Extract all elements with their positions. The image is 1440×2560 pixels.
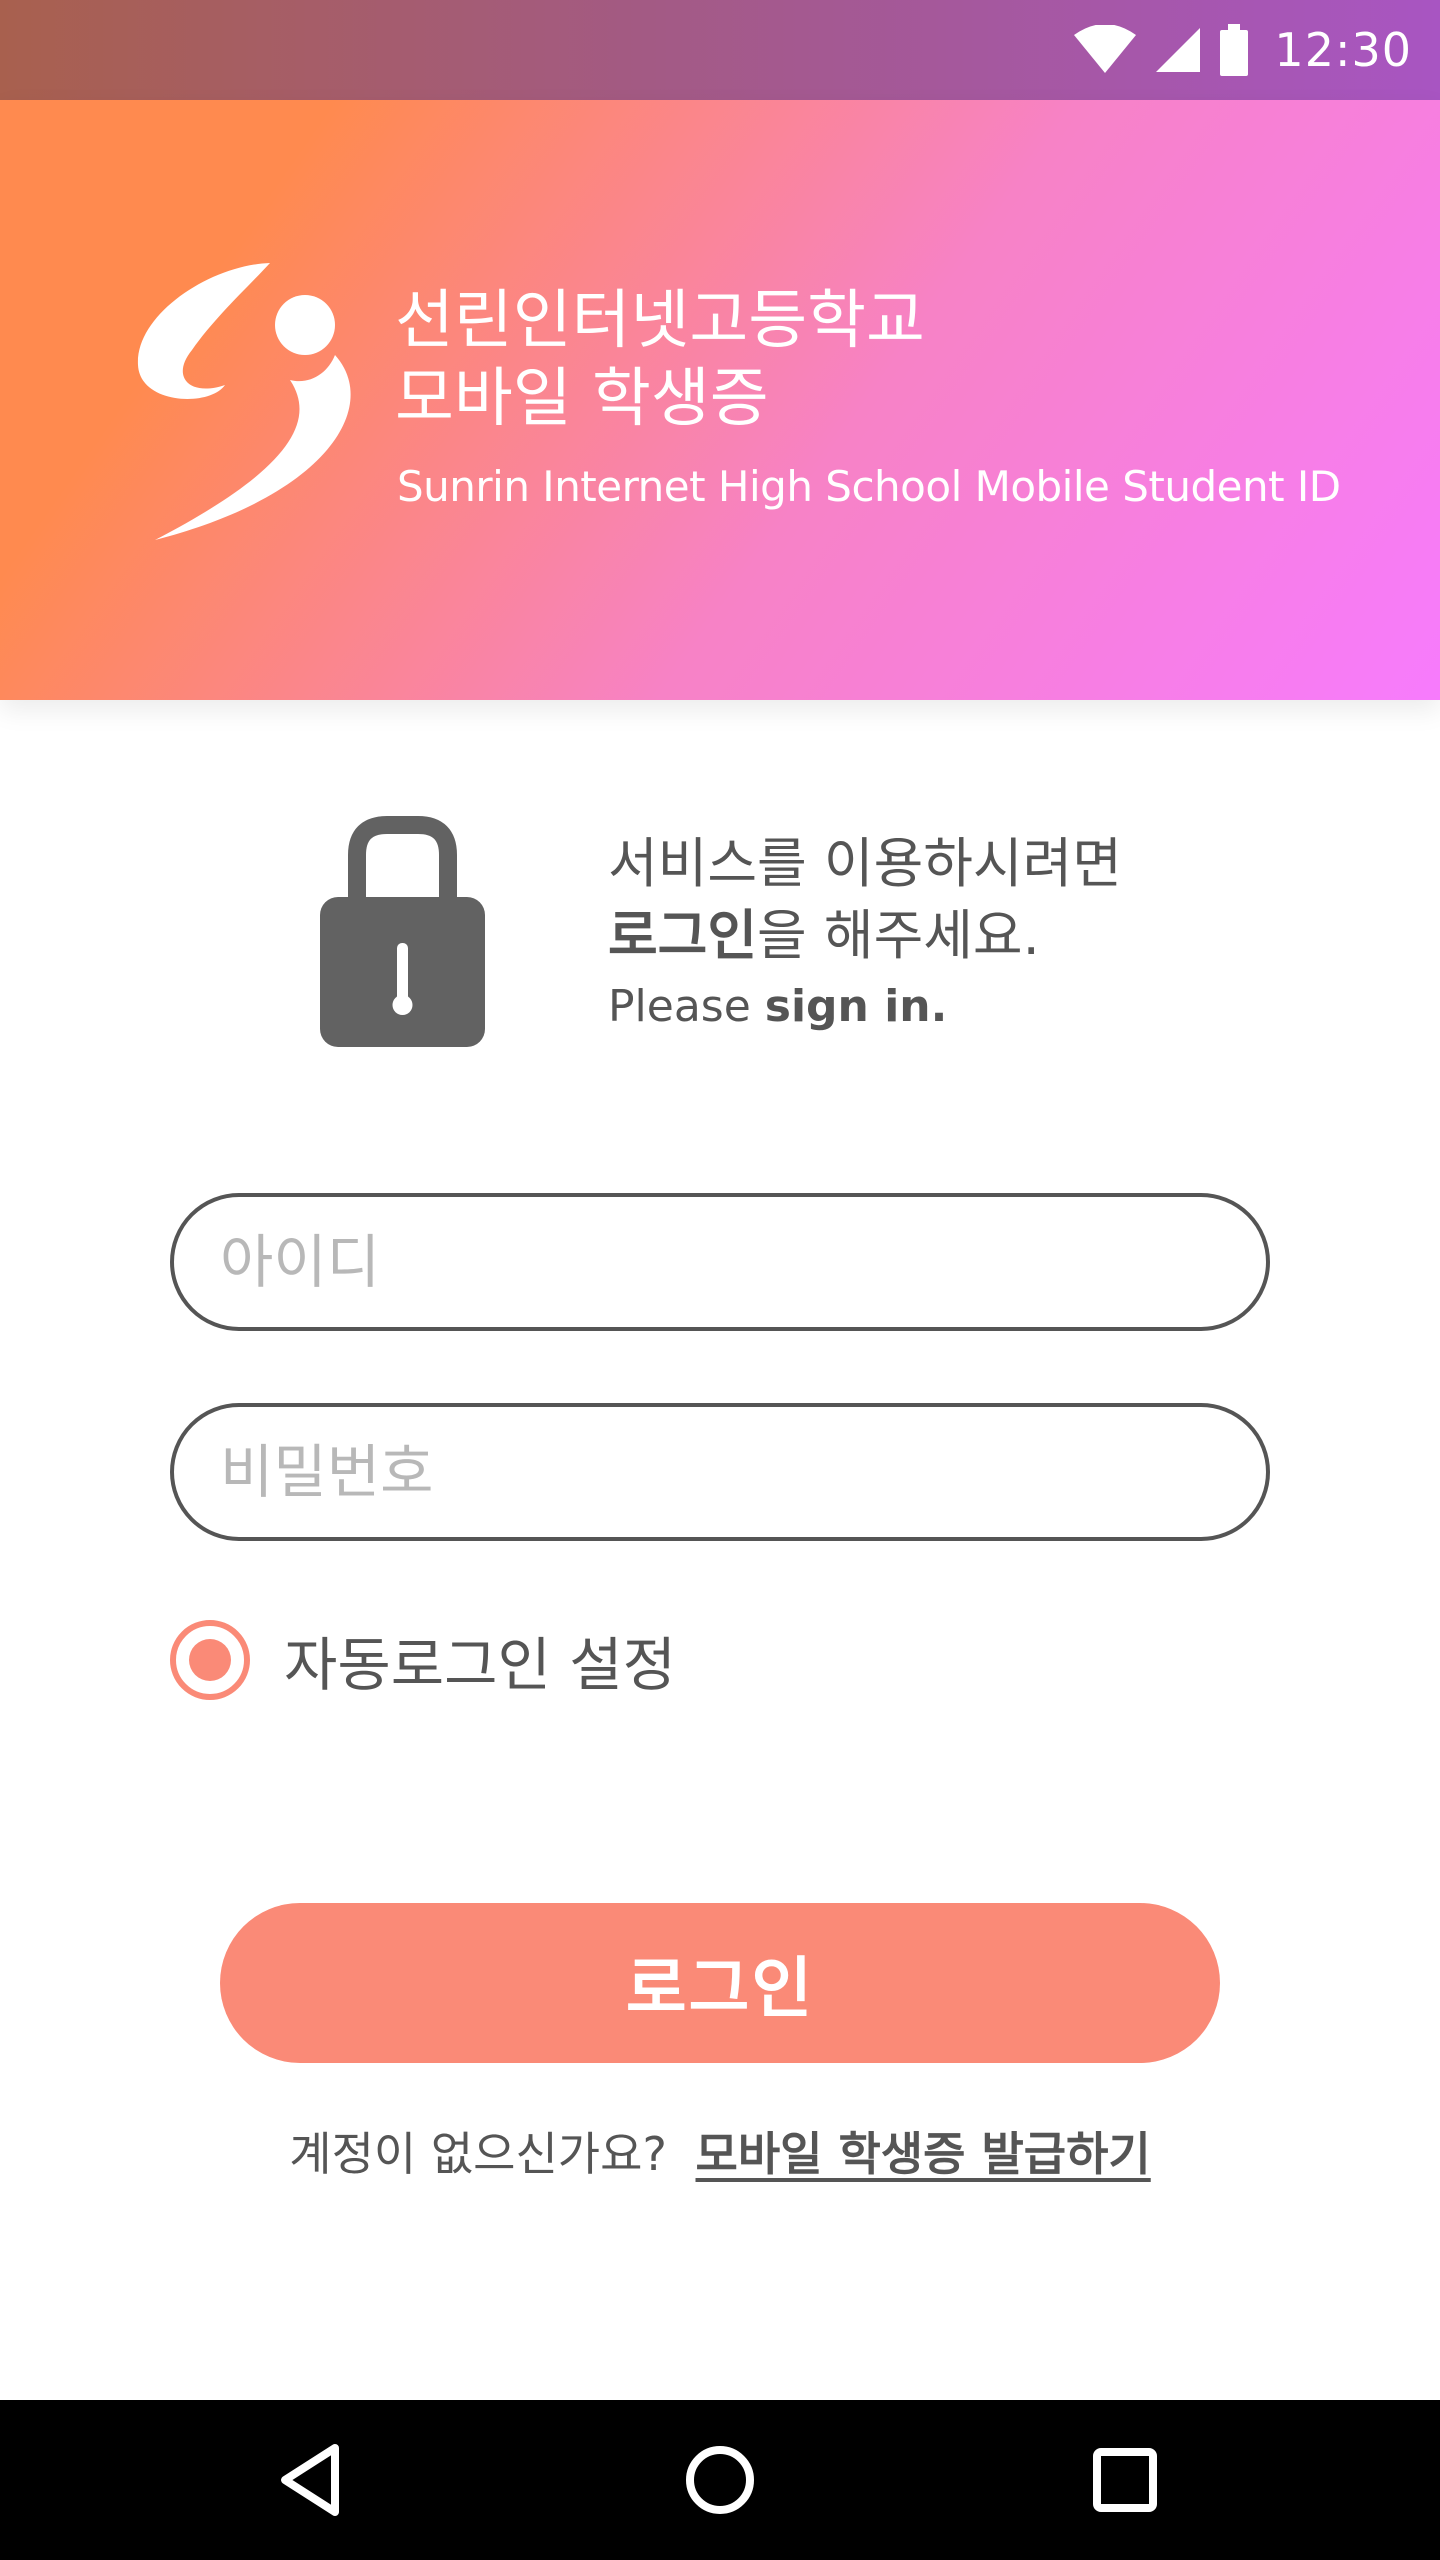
app-subtitle-korean: 모바일 학생증	[395, 362, 769, 436]
prompt-login-emphasis: 로그인	[608, 904, 758, 967]
login-button[interactable]: 로그인	[220, 1903, 1220, 2063]
lock-icon	[320, 816, 485, 1047]
prompt-line-2: 로그인을 해주세요.	[608, 900, 1122, 972]
status-bar: 12:30	[0, 0, 1440, 100]
status-icons: 12:30	[1074, 0, 1412, 100]
navigation-bar	[0, 2400, 1440, 2560]
issue-student-id-link[interactable]: 모바일 학생증 발급하기	[696, 2127, 1151, 2181]
radio-selected-dot	[189, 1639, 231, 1681]
recents-icon[interactable]	[1085, 2440, 1165, 2520]
password-input[interactable]	[174, 1407, 1266, 1537]
school-logo	[137, 263, 351, 540]
prompt-please: Please	[608, 981, 765, 1032]
school-name-korean: 선린인터넷고등학교	[395, 284, 925, 358]
prompt-line-3: Please sign in.	[608, 974, 1122, 1040]
school-name-english: Sunrin Internet High School Mobile Stude…	[397, 462, 1341, 511]
prompt-line-1: 서비스를 이용하시려면	[608, 832, 1122, 895]
prompt-line-2-rest: 을 해주세요.	[757, 904, 1040, 967]
cell-signal-icon	[1156, 28, 1201, 72]
battery-icon	[1220, 24, 1249, 76]
id-input[interactable]	[174, 1197, 1266, 1327]
clock: 12:30	[1274, 23, 1412, 77]
back-icon[interactable]	[275, 2440, 355, 2520]
auto-login-radio[interactable]	[170, 1620, 250, 1700]
app-header: 선린인터넷고등학교 모바일 학생증 Sunrin Internet High S…	[0, 100, 1440, 700]
id-field[interactable]	[170, 1193, 1270, 1331]
auto-login-option[interactable]: 자동로그인 설정	[170, 1618, 676, 1702]
prompt-sign-in-emphasis: sign in.	[764, 981, 948, 1032]
signup-question: 계정이 없으신가요?	[289, 2127, 667, 2181]
school-name: 선린인터넷고등학교 모바일 학생증	[395, 282, 925, 438]
wifi-icon	[1074, 25, 1137, 73]
auto-login-label[interactable]: 자동로그인 설정	[284, 1618, 676, 1702]
signup-row: 계정이 없으신가요? 모바일 학생증 발급하기	[0, 2118, 1440, 2184]
home-icon[interactable]	[680, 2440, 760, 2520]
login-screen: 12:30 선린인터넷고등학교 모바일 학생증 Sunrin Internet …	[0, 0, 1440, 2560]
password-field[interactable]	[170, 1403, 1270, 1541]
sign-in-prompt: 서비스를 이용하시려면 로그인을 해주세요. Please sign in.	[608, 828, 1122, 1040]
